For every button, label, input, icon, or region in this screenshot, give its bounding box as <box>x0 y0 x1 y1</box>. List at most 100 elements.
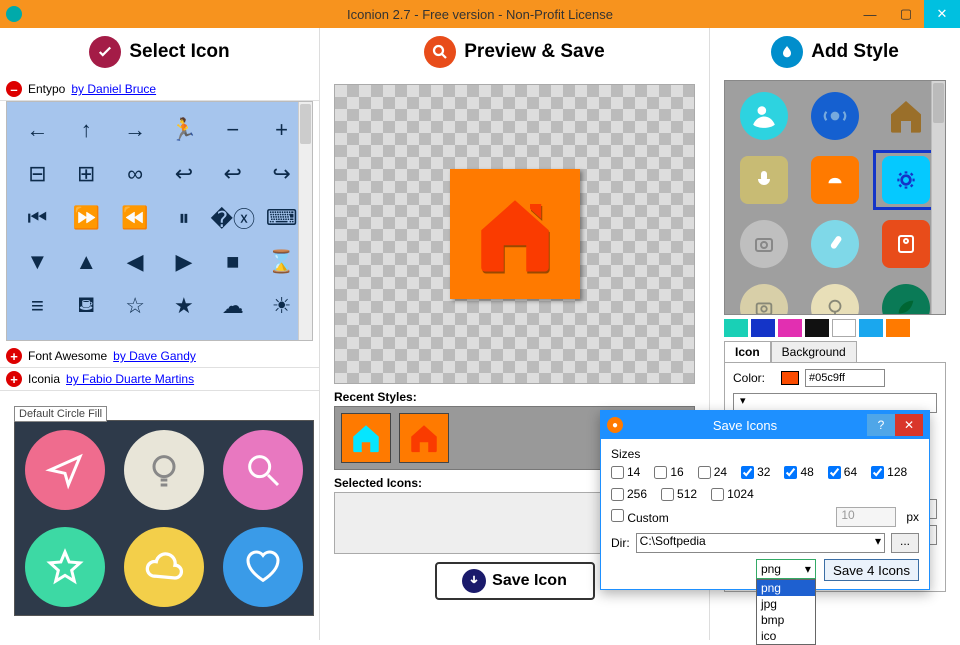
dialog-title: Save Icons <box>623 418 867 433</box>
palette-swatch[interactable] <box>751 319 775 337</box>
save-n-icons-button[interactable]: Save 4 Icons <box>824 559 919 581</box>
help-button[interactable]: ? <box>867 414 895 436</box>
preview-header: Preview & Save <box>320 28 709 78</box>
style-grid-scrollbar[interactable] <box>931 81 945 314</box>
style-preset[interactable] <box>733 281 794 315</box>
heart-icon[interactable] <box>223 527 303 607</box>
triangle-down-icon[interactable]: ▼ <box>13 240 62 284</box>
icon-grid: ←↑→🏃−+⊟⊞∞↩↩↪⏮⏩⏪⏸�ⓧ⌨▼▲◀▶■⌛≡⛾☆★☁☀ <box>6 101 313 341</box>
style-preset[interactable] <box>733 89 794 143</box>
dir-combo[interactable]: C:\Softpedia ▾ <box>636 533 885 553</box>
window-title: Iconion 2.7 - Free version - Non-Profit … <box>347 7 613 22</box>
tab-background[interactable]: Background <box>771 341 857 362</box>
arrow-up-icon[interactable]: ↑ <box>62 108 111 152</box>
style-preset[interactable] <box>876 217 937 271</box>
format-option-bmp[interactable]: bmp <box>757 612 815 628</box>
reply-all-icon[interactable]: ↩ <box>208 152 257 196</box>
size-1024-checkbox[interactable]: 1024 <box>711 487 754 501</box>
recent-style-item[interactable] <box>341 413 391 463</box>
style-preset[interactable] <box>876 153 937 207</box>
format-option-png[interactable]: png <box>757 580 815 596</box>
style-preset[interactable] <box>733 217 794 271</box>
triangle-up-icon[interactable]: ▲ <box>62 240 111 284</box>
iconset-entypo-row[interactable]: – Entypo by Daniel Bruce <box>0 78 319 101</box>
x-box-icon[interactable]: �ⓧ <box>208 196 257 240</box>
style-preset[interactable] <box>804 281 865 315</box>
style-preset[interactable] <box>804 217 865 271</box>
rewind-icon[interactable]: ⏪ <box>111 196 160 240</box>
format-option-jpg[interactable]: jpg <box>757 596 815 612</box>
custom-size-spinner[interactable]: 10 <box>836 507 896 527</box>
style-preset[interactable] <box>733 153 794 207</box>
collapse-icon[interactable]: – <box>6 81 22 97</box>
cloud-icon[interactable]: ☁ <box>208 284 257 328</box>
minus-icon[interactable]: − <box>208 108 257 152</box>
style-preset[interactable] <box>804 153 865 207</box>
skip-back-icon[interactable]: ⏮ <box>13 196 62 240</box>
palette-swatch[interactable] <box>724 319 748 337</box>
format-option-ico[interactable]: ico <box>757 628 815 644</box>
color-swatch[interactable] <box>781 371 799 385</box>
color-palette <box>724 319 946 337</box>
dialog-titlebar[interactable]: ● Save Icons ? ✕ <box>601 411 929 439</box>
palette-swatch[interactable] <box>886 319 910 337</box>
dialog-close-button[interactable]: ✕ <box>895 414 923 436</box>
size-64-checkbox[interactable]: 64 <box>828 465 857 479</box>
palette-swatch[interactable] <box>805 319 829 337</box>
recent-style-item[interactable] <box>399 413 449 463</box>
bulb-icon[interactable] <box>124 430 204 510</box>
cloud-icon[interactable] <box>124 527 204 607</box>
format-dropdown[interactable]: png▾ pngjpgbmpico <box>756 559 816 579</box>
style-preset[interactable] <box>804 89 865 143</box>
palette-swatch[interactable] <box>832 319 856 337</box>
palette-swatch[interactable] <box>778 319 802 337</box>
iconset-fontawesome-row[interactable]: + Font Awesome by Dave Gandy <box>0 345 319 368</box>
star-fill-icon[interactable]: ★ <box>159 284 208 328</box>
iconset-author-link[interactable]: by Daniel Bruce <box>71 82 156 96</box>
style-preset[interactable] <box>876 281 937 315</box>
size-512-checkbox[interactable]: 512 <box>661 487 697 501</box>
add-style-header: Add Style <box>710 28 960 78</box>
paperplane-icon[interactable] <box>25 430 105 510</box>
expand-icon[interactable]: + <box>6 348 22 364</box>
size-256-checkbox[interactable]: 256 <box>611 487 647 501</box>
arrow-right-icon[interactable]: → <box>111 108 160 152</box>
iconset-iconia-row[interactable]: + Iconia by Fabio Duarte Martins <box>0 368 319 391</box>
close-button[interactable]: ✕ <box>924 0 960 28</box>
color-hex-input[interactable] <box>805 369 885 387</box>
pause-icon[interactable]: ⏸ <box>159 196 208 240</box>
expand-icon[interactable]: + <box>6 371 22 387</box>
palette-swatch[interactable] <box>859 319 883 337</box>
size-24-checkbox[interactable]: 24 <box>698 465 727 479</box>
size-48-checkbox[interactable]: 48 <box>784 465 813 479</box>
menu-icon[interactable]: ≡ <box>13 284 62 328</box>
fast-fwd-icon[interactable]: ⏩ <box>62 196 111 240</box>
arrow-left-icon[interactable]: ← <box>13 108 62 152</box>
reply-icon[interactable]: ↩ <box>159 152 208 196</box>
icon-grid-scrollbar[interactable] <box>298 102 312 340</box>
infinity-icon[interactable]: ∞ <box>111 152 160 196</box>
star-icon[interactable] <box>25 527 105 607</box>
browse-button[interactable]: ... <box>891 533 919 553</box>
star-icon[interactable]: ☆ <box>111 284 160 328</box>
style-preset[interactable] <box>876 89 937 143</box>
size-16-checkbox[interactable]: 16 <box>654 465 683 479</box>
size-128-checkbox[interactable]: 128 <box>871 465 907 479</box>
maximize-button[interactable]: ▢ <box>888 0 924 28</box>
iconset-author-link[interactable]: by Fabio Duarte Martins <box>66 372 194 386</box>
minus-box-icon[interactable]: ⊟ <box>13 152 62 196</box>
search-icon[interactable] <box>223 430 303 510</box>
stop-icon[interactable]: ■ <box>208 240 257 284</box>
triangle-right-icon[interactable]: ▶ <box>159 240 208 284</box>
cup-icon[interactable]: ⛾ <box>62 284 111 328</box>
triangle-left-icon[interactable]: ◀ <box>111 240 160 284</box>
size-32-checkbox[interactable]: 32 <box>741 465 770 479</box>
minimize-button[interactable]: — <box>852 0 888 28</box>
custom-size-checkbox[interactable]: Custom <box>611 509 669 525</box>
runner-icon[interactable]: 🏃 <box>159 108 208 152</box>
plus-box-icon[interactable]: ⊞ <box>62 152 111 196</box>
tab-icon[interactable]: Icon <box>724 341 771 362</box>
save-icon-button[interactable]: Save Icon <box>435 562 595 600</box>
size-14-checkbox[interactable]: 14 <box>611 465 640 479</box>
iconset-author-link[interactable]: by Dave Gandy <box>113 349 196 363</box>
